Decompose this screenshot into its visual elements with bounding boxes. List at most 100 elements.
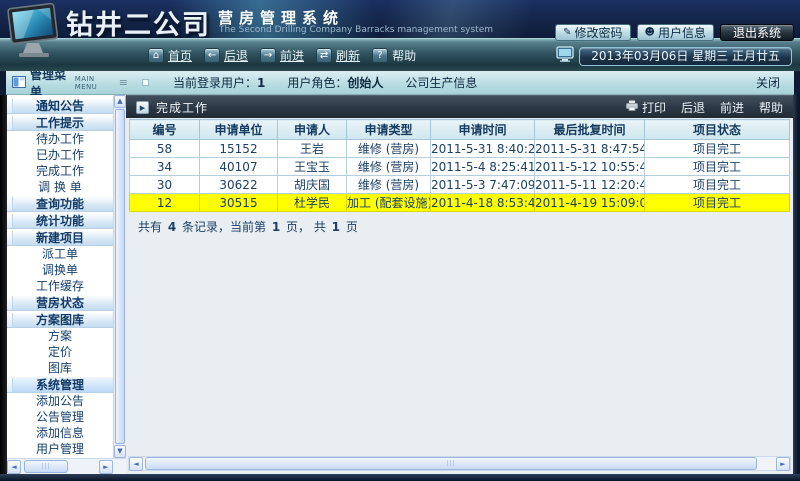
sidebar-item-11[interactable]: 工作缓存 [7, 278, 113, 294]
sidebar-item-4[interactable]: 完成工作 [7, 163, 113, 179]
sidebar-section-7[interactable]: 统计功能 [7, 212, 113, 229]
sidebar-horizontal-scrollbar[interactable]: ◄ ||| ► [7, 458, 126, 474]
table-header-row: 编号申请单位申请人申请类型申请时间最后批复时间项目状态 [130, 120, 790, 140]
nav-link-refresh[interactable]: ⇄刷新 [316, 47, 360, 64]
column-header: 最后批复时间 [535, 120, 645, 140]
table-cell: 加工 (配套设施) [347, 194, 431, 212]
table-cell: 34 [130, 158, 200, 176]
record-count: 4 [168, 220, 176, 234]
table-cell: 项目完工 [645, 158, 790, 176]
sidebar-item-10[interactable]: 调换单 [7, 262, 113, 278]
scroll-right-icon[interactable]: ► [776, 457, 790, 471]
scroll-left-icon[interactable]: ◄ [129, 457, 143, 471]
header-buttons: ✎ 修改密码 ☻ 用户信息 退出系统 [555, 24, 794, 41]
toolbar-help-button[interactable]: 帮助 [759, 99, 783, 116]
table-cell: 维修 (营房) [347, 176, 431, 194]
table-cell: 维修 (营房) [347, 158, 431, 176]
sidebar-item-21[interactable]: 用户管理 [7, 441, 113, 457]
table-cell: 2011-5-12 10:55:42 [535, 158, 645, 176]
scroll-down-icon[interactable]: ▼ [114, 445, 126, 458]
results-table-wrap: 编号申请单位申请人申请类型申请时间最后批复时间项目状态 5815152王岩维修 … [129, 119, 790, 212]
sidebar-vertical-scrollbar[interactable]: ▲ ▼ [113, 95, 126, 458]
sidebar-section-0[interactable]: 通知公告 [7, 97, 113, 114]
results-table: 编号申请单位申请人申请类型申请时间最后批复时间项目状态 5815152王岩维修 … [129, 119, 790, 212]
sidebar-section-6[interactable]: 查询功能 [7, 195, 113, 212]
app-subtitle-en: The Second Drilling Company Barracks man… [219, 25, 493, 35]
table-cell: 项目完工 [645, 194, 790, 212]
vertical-scroll-thumb[interactable] [115, 109, 125, 444]
home-icon: ⌂ [148, 48, 164, 63]
app-window: 钻井二公司 营房管理系统 The Second Drilling Company… [0, 0, 800, 481]
help-icon: ? [372, 48, 388, 63]
main: 通知公告工作提示待办工作已办工作完成工作调 换 单查询功能统计功能新建项目派工单… [0, 95, 800, 474]
nav-link-home[interactable]: ⌂首页 [148, 47, 192, 64]
sidebar-item-3[interactable]: 已办工作 [7, 147, 113, 163]
sidebar-item-15[interactable]: 定价 [7, 344, 113, 360]
scroll-left-icon[interactable]: ◄ [7, 460, 21, 474]
bullet-icon [142, 79, 149, 86]
print-button[interactable]: 打印 [626, 99, 666, 116]
nav-link-back[interactable]: ←后退 [204, 47, 248, 64]
table-cell: 王宝玉 [278, 158, 347, 176]
scroll-up-icon[interactable]: ▲ [114, 95, 126, 108]
panel-title: 完成工作 [156, 99, 208, 116]
column-header: 项目状态 [645, 120, 790, 140]
sidebar-item-20[interactable]: 添加信息 [7, 425, 113, 441]
close-link[interactable]: 关闭 [756, 74, 794, 91]
panel-toolbar: 打印 后退 前进 帮助 [626, 99, 783, 116]
h-scroll-track[interactable]: ||| [22, 460, 98, 474]
sidebar-item-19[interactable]: 公告管理 [7, 409, 113, 425]
sidebar-section-12[interactable]: 营房状态 [7, 294, 113, 311]
user-info-button[interactable]: ☻ 用户信息 [637, 24, 714, 41]
logout-button[interactable]: 退出系统 [720, 24, 794, 41]
sidebar-section-1[interactable]: 工作提示 [7, 114, 113, 131]
h-scroll-track[interactable]: ||| [144, 457, 775, 471]
total-pages: 1 [332, 220, 340, 234]
current-user-label: 当前登录用户： [173, 74, 257, 91]
nav-link-help[interactable]: ? 帮助 [372, 47, 416, 64]
toolbar-back-button[interactable]: 后退 [681, 99, 705, 116]
table-cell: 30515 [200, 194, 278, 212]
app-title: 钻井二公司 [66, 3, 211, 42]
nav-link-label: 帮助 [392, 47, 416, 64]
toolbar-forward-button[interactable]: 前进 [720, 99, 744, 116]
table-cell: 58 [130, 140, 200, 158]
table-body: 5815152王岩维修 (营房)2011-5-31 8:40:282011-5-… [130, 140, 790, 212]
sidebar-section-17[interactable]: 系统管理 [7, 376, 113, 393]
change-password-button[interactable]: ✎ 修改密码 [555, 24, 630, 41]
table-row[interactable]: 1230515杜学民加工 (配套设施)2011-4-18 8:53:452011… [130, 194, 790, 212]
sidebar-section-8[interactable]: 新建项目 [7, 229, 113, 246]
table-row[interactable]: 5815152王岩维修 (营房)2011-5-31 8:40:282011-5-… [130, 140, 790, 158]
scroll-right-icon[interactable]: ► [99, 460, 113, 474]
table-row[interactable]: 3030622胡庆国维修 (营房)2011-5-3 7:47:092011-5-… [130, 176, 790, 194]
table-cell: 30 [130, 176, 200, 194]
pagination: 共有 4 条记录，当前第 1 页， 共 1 页 [126, 212, 793, 235]
table-cell: 维修 (营房) [347, 140, 431, 158]
sidebar-item-2[interactable]: 待办工作 [7, 131, 113, 147]
printer-icon [626, 100, 638, 114]
horizontal-scroll-thumb[interactable]: ||| [145, 457, 757, 470]
table-cell: 项目完工 [645, 140, 790, 158]
role-label: 用户角色： [287, 74, 347, 91]
sidebar: 通知公告工作提示待办工作已办工作完成工作调 换 单查询功能统计功能新建项目派工单… [0, 95, 126, 474]
company-info-link[interactable]: 公司生产信息 [405, 74, 477, 91]
sidebar-item-5[interactable]: 调 换 单 [7, 179, 113, 195]
bottom-edge [0, 474, 800, 481]
menu-subtitle: MAIN MENU [75, 75, 113, 91]
sidebar-item-16[interactable]: 图库 [7, 360, 113, 376]
sidebar-item-9[interactable]: 派工单 [7, 246, 113, 262]
datetime-display: 2013年03月06日 星期三 正月廿五 [579, 47, 792, 66]
sidebar-section-13[interactable]: 方案图库 [7, 311, 113, 328]
sidebar-item-18[interactable]: 添加公告 [7, 393, 113, 409]
current-user-value: 1 [257, 76, 265, 90]
horizontal-scroll-thumb[interactable]: ||| [24, 460, 68, 473]
hamburger-icon[interactable]: ≡ [119, 76, 128, 89]
table-row[interactable]: 3440107王宝玉维修 (营房)2011-5-4 8:25:412011-5-… [130, 158, 790, 176]
header: 钻井二公司 营房管理系统 The Second Drilling Company… [0, 0, 800, 38]
nav-link-forward[interactable]: →前进 [260, 47, 304, 64]
table-cell: 2011-5-31 8:40:28 [431, 140, 535, 158]
table-cell: 王岩 [278, 140, 347, 158]
sidebar-item-14[interactable]: 方案 [7, 328, 113, 344]
content-horizontal-scrollbar[interactable]: ◄ ||| ► [128, 456, 791, 471]
userbar: 管理菜单 MAIN MENU ≡ 当前登录用户： 1 用户角色： 创始人 公司生… [6, 71, 794, 95]
